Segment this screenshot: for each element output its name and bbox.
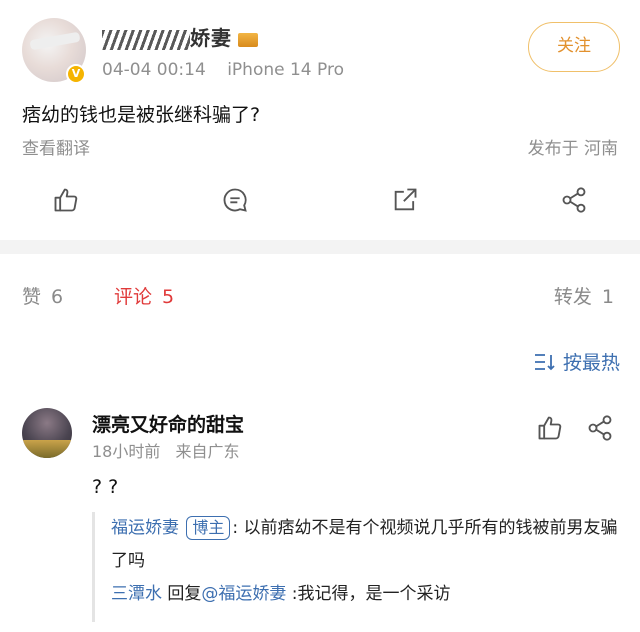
reply-verb: 回复 xyxy=(162,584,202,604)
interaction-tabs: 赞6 评论 5 转发 1 xyxy=(0,254,640,334)
sort-icon xyxy=(534,353,555,370)
comment-meta: 18小时前 来自广东 xyxy=(92,438,239,462)
reply-thread[interactable]: 福运娇妻 博主: 以前痞幼不是有个视频说几乎所有的钱被前男友骗了吗 三潭水 回复… xyxy=(92,512,620,622)
sort-label: 按最热 xyxy=(562,352,620,374)
repost-icon[interactable] xyxy=(385,180,425,220)
redacted-name-part xyxy=(102,29,190,50)
author-name[interactable]: 娇妻 xyxy=(102,22,258,51)
member-crown-icon xyxy=(238,32,258,47)
comment-share-icon[interactable] xyxy=(586,414,614,442)
sort-toggle[interactable]: 按最热 xyxy=(533,348,620,375)
post-meta: 04-04 00:14 iPhone 14 Pro xyxy=(102,60,344,80)
tab-comments[interactable]: 评论 5 xyxy=(114,282,174,309)
tab-reposts[interactable]: 转发 1 xyxy=(554,282,614,309)
redaction-scribble xyxy=(29,31,81,51)
comment-thumbs-up-icon[interactable] xyxy=(536,414,564,442)
comment-icon[interactable] xyxy=(215,180,255,220)
verified-badge-icon: V xyxy=(66,64,86,84)
commenter-name[interactable]: 漂亮又好命的甜宝 xyxy=(92,410,244,437)
avatar-image-detail xyxy=(22,440,72,458)
mention-link[interactable]: @福运娇妻 xyxy=(201,584,286,604)
author-tag-badge: 博主 xyxy=(186,516,231,540)
comment-time: 18小时前 xyxy=(92,442,161,461)
thumbs-up-icon[interactable] xyxy=(46,180,86,220)
section-divider xyxy=(0,240,640,254)
reply-item: 三潭水 回复@福运娇妻 :我记得，是一个采访 xyxy=(111,578,620,611)
post-card: V 娇妻 04-04 00:14 iPhone 14 Pro 关注 痞幼的钱也是… xyxy=(0,0,640,240)
commenter-avatar[interactable] xyxy=(22,408,72,458)
tab-likes[interactable]: 赞6 xyxy=(22,282,63,309)
reply-item: 福运娇妻 博主: 以前痞幼不是有个视频说几乎所有的钱被前男友骗了吗 xyxy=(111,512,620,578)
post-actions xyxy=(0,180,640,220)
reply-user-link[interactable]: 三潭水 xyxy=(111,584,162,604)
post-device: iPhone 14 Pro xyxy=(227,60,344,80)
comment-text: ? ? xyxy=(92,476,119,498)
post-location: 发布于 河南 xyxy=(527,139,618,159)
translate-link[interactable]: 查看翻译 xyxy=(22,134,90,159)
reply-text: :我记得，是一个采访 xyxy=(286,584,451,604)
post-text: 痞幼的钱也是被张继科骗了? xyxy=(22,104,261,126)
post-time: 04-04 00:14 xyxy=(102,60,206,80)
comment-location: 来自广东 xyxy=(175,442,240,461)
reply-user-link[interactable]: 福运娇妻 xyxy=(111,518,179,538)
follow-button[interactable]: 关注 xyxy=(528,22,620,72)
share-icon[interactable] xyxy=(554,180,594,220)
